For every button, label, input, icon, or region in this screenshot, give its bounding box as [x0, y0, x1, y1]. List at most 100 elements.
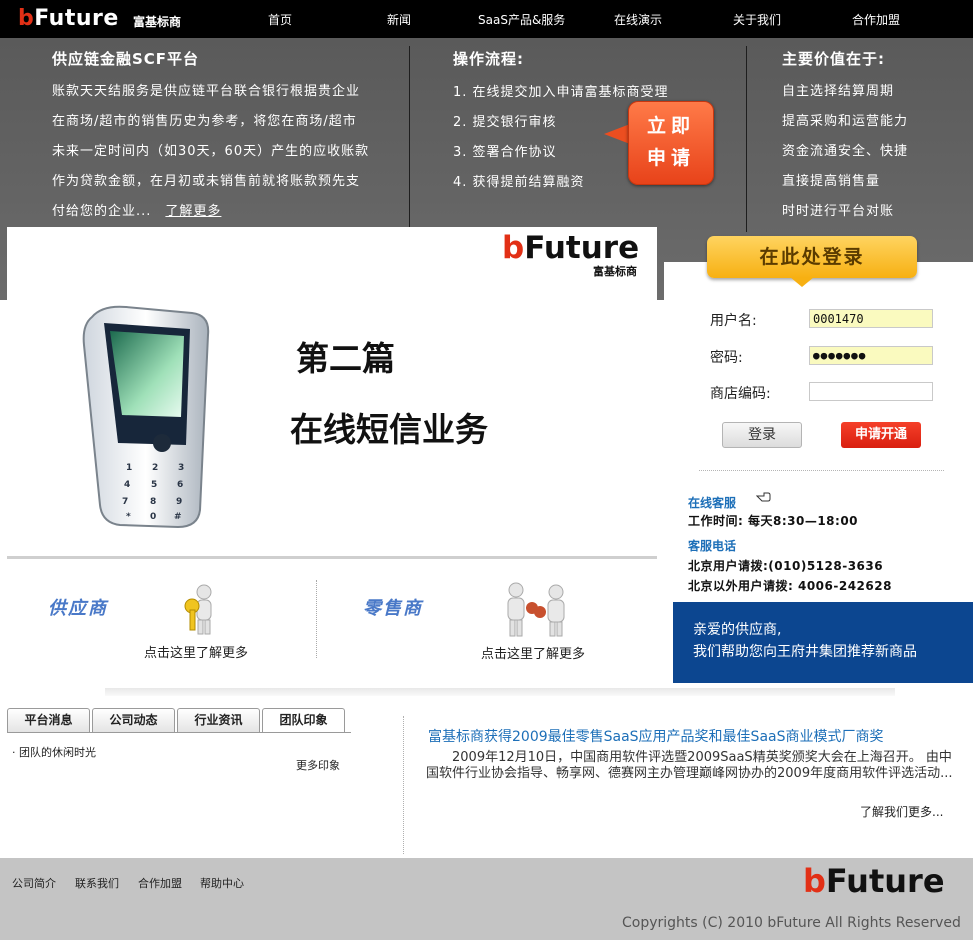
handshake-figures-icon — [507, 582, 565, 637]
news-title-link[interactable]: 富基标商获得2009最佳零售SaaS应用产品奖和最佳SaaS商业模式厂商奖 — [428, 726, 884, 746]
news-body: 2009年12月10日，中国商用软件评选暨2009SaaS精英奖颁奖大会在上海召… — [426, 750, 953, 781]
roles-divider — [316, 580, 317, 658]
hand-pointer-icon — [756, 492, 771, 502]
logo-b: b — [18, 6, 35, 31]
svg-text:2: 2 — [152, 463, 158, 473]
apply-bubble-tail — [604, 124, 630, 144]
tab-team-impression[interactable]: 团队印象 — [262, 708, 345, 733]
scf-desc-line: 作为贷款金额，在月初或未销售前就将账款预先支 — [52, 174, 361, 189]
apply-now-button[interactable]: 立即 申请 — [628, 101, 714, 185]
supplier-learn-more-link[interactable]: 点击这里了解更多 — [144, 642, 248, 661]
password-input[interactable]: ●●●●●●● — [809, 346, 933, 365]
hero-title: 第二篇 — [296, 339, 395, 378]
scf-desc-end: 付给您的企业... — [52, 204, 152, 219]
footer-logo: bFuture — [803, 862, 945, 900]
svg-text:0: 0 — [150, 512, 156, 522]
scf-desc-line: 未来一定时间内（如30天，60天）产生的应收账款 — [52, 144, 370, 159]
value-item: 自主选择结算周期 — [782, 84, 895, 99]
svg-text:6: 6 — [177, 480, 183, 490]
logo-text: Future — [34, 6, 119, 31]
hero-logo-b: b — [502, 230, 525, 266]
svg-text:*: * — [126, 512, 131, 522]
tab-underline — [7, 732, 351, 733]
login-separator — [699, 470, 944, 471]
service-phone-title: 客服电话 — [688, 539, 737, 553]
retailer-heading[interactable]: 零售商 — [363, 594, 423, 620]
hero-subtitle: 在线短信业务 — [290, 410, 488, 449]
list-item[interactable]: · 团队的休闲时光 — [12, 744, 96, 760]
svg-text:3: 3 — [178, 463, 184, 473]
site-logo[interactable]: bFuture — [18, 6, 119, 31]
banner-divider — [746, 46, 747, 232]
outside-phone: 北京以外用户请拨: 4006-242628 — [688, 579, 892, 593]
supplier-promo[interactable]: 亲爱的供应商, 我们帮助您向王府井集团推荐新商品 — [673, 602, 973, 683]
service-hours: 工作时间: 每天8:30—18:00 — [688, 514, 859, 528]
apply-button-line2: 申请 — [646, 147, 695, 169]
process-step: 2. 提交银行审核 — [453, 115, 557, 130]
footer-link-help[interactable]: 帮助中心 — [200, 875, 244, 891]
footer-link-join[interactable]: 合作加盟 — [138, 875, 182, 891]
value-title: 主要价值在于: — [782, 50, 885, 68]
learn-more-link[interactable]: 了解更多 — [165, 204, 221, 219]
login-heading-arrow — [790, 277, 814, 287]
copyright: Copyrights (C) 2010 bFuture All Rights R… — [622, 915, 961, 931]
store-code-label: 商店编码: — [710, 386, 771, 402]
logo-chinese-name: 富基标商 — [133, 15, 182, 29]
footer-link-contact[interactable]: 联系我们 — [75, 875, 119, 891]
more-impressions-link[interactable]: 更多印象 — [296, 757, 340, 773]
supplier-heading[interactable]: 供应商 — [48, 594, 108, 620]
hero-logo-text: Future — [524, 230, 640, 266]
svg-text:#: # — [174, 512, 182, 522]
tab-platform-news[interactable]: 平台消息 — [7, 708, 90, 732]
news-more-link[interactable]: 了解我们更多... — [860, 803, 943, 820]
content-divider — [403, 716, 404, 854]
svg-text:9: 9 — [176, 497, 182, 507]
team-leisure-link[interactable]: 团队的休闲时光 — [19, 746, 96, 759]
username-input[interactable] — [809, 309, 933, 328]
promo-line1: 亲爱的供应商, — [693, 622, 782, 638]
username-label: 用户名: — [710, 313, 757, 329]
nav-home[interactable]: 首页 — [268, 11, 292, 28]
page: bFuture 富基标商 首页 新闻 SaaS产品&服务 在线演示 关于我们 合… — [0, 0, 973, 940]
password-label: 密码: — [710, 350, 743, 366]
hero-logo: bFuture — [502, 230, 639, 266]
value-item: 直接提高销售量 — [782, 174, 881, 189]
svg-text:7: 7 — [122, 497, 128, 507]
login-heading: 在此处登录 — [707, 236, 917, 278]
svg-text:5: 5 — [151, 480, 157, 490]
beijing-phone: 北京用户请拨:(010)5128-3636 — [688, 559, 884, 573]
svg-text:8: 8 — [150, 497, 156, 507]
scf-desc-line: 在商场/超市的销售历史为参考，将您在商场/超市 — [52, 114, 357, 129]
hero-divider — [7, 556, 657, 559]
apply-open-button[interactable]: 申请开通 — [841, 422, 921, 448]
value-item: 资金流通安全、快捷 — [782, 144, 909, 159]
process-title: 操作流程: — [453, 50, 524, 68]
scf-desc-line: 账款天天结服务是供应链平台联合银行根据贵企业 — [52, 84, 361, 99]
store-code-input[interactable] — [809, 382, 933, 401]
value-item: 时时进行平台对账 — [782, 204, 895, 219]
process-step: 1. 在线提交加入申请富基标商受理 — [453, 85, 669, 100]
scf-desc-line: 付给您的企业... 了解更多 — [52, 200, 221, 219]
process-step: 3. 签署合作协议 — [453, 145, 557, 160]
retailer-learn-more-link[interactable]: 点击这里了解更多 — [481, 643, 585, 662]
tab-industry-news[interactable]: 行业资讯 — [177, 708, 260, 732]
login-button[interactable]: 登录 — [722, 422, 802, 448]
nav-join[interactable]: 合作加盟 — [852, 11, 900, 28]
mobile-phone-icon: 1 2 3 4 5 6 7 8 9 * 0 # — [82, 305, 210, 529]
footer-logo-b: b — [803, 862, 826, 900]
nav-news[interactable]: 新闻 — [387, 11, 411, 28]
online-service-link[interactable]: 在线客服 — [688, 494, 736, 511]
footer-link-about[interactable]: 公司简介 — [12, 875, 56, 891]
nav-about-us[interactable]: 关于我们 — [733, 11, 781, 28]
top-navigation-bar: bFuture 富基标商 首页 新闻 SaaS产品&服务 在线演示 关于我们 合… — [0, 0, 973, 38]
footer-logo-text: Future — [825, 862, 945, 900]
tab-company-news[interactable]: 公司动态 — [92, 708, 175, 732]
hero-logo-chinese: 富基标商 — [593, 265, 637, 278]
svg-text:4: 4 — [124, 480, 130, 490]
banner-divider — [409, 46, 410, 232]
process-step: 4. 获得提前结算融资 — [453, 175, 585, 190]
value-item: 提高采购和运营能力 — [782, 114, 909, 129]
nav-online-demo[interactable]: 在线演示 — [614, 11, 662, 28]
nav-saas-products[interactable]: SaaS产品&服务 — [478, 11, 565, 28]
svg-text:1: 1 — [126, 463, 132, 473]
